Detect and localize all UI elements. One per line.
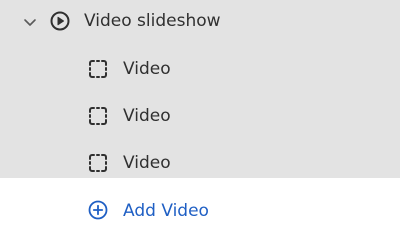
- add-video-label: Add Video: [123, 201, 209, 221]
- chevron-down-icon[interactable]: [20, 13, 40, 33]
- section-tree-panel: Video slideshow Video Video Video Add Vi…: [0, 0, 400, 246]
- tree-item-label: Video slideshow: [84, 11, 221, 31]
- tree-item-video-slideshow[interactable]: Video slideshow: [0, 0, 400, 46]
- tree-item-label: Video: [123, 59, 171, 79]
- dashed-frame-icon: [87, 152, 109, 174]
- play-circle-icon: [48, 9, 72, 33]
- tree-item-video[interactable]: Video: [0, 93, 400, 139]
- add-video-button[interactable]: Add Video: [0, 178, 400, 246]
- tree-item-label: Video: [123, 153, 171, 173]
- plus-circle-icon: [87, 199, 109, 221]
- tree-item-video[interactable]: Video: [0, 46, 400, 92]
- dashed-frame-icon: [87, 105, 109, 127]
- tree-item-label: Video: [123, 106, 171, 126]
- dashed-frame-icon: [87, 58, 109, 80]
